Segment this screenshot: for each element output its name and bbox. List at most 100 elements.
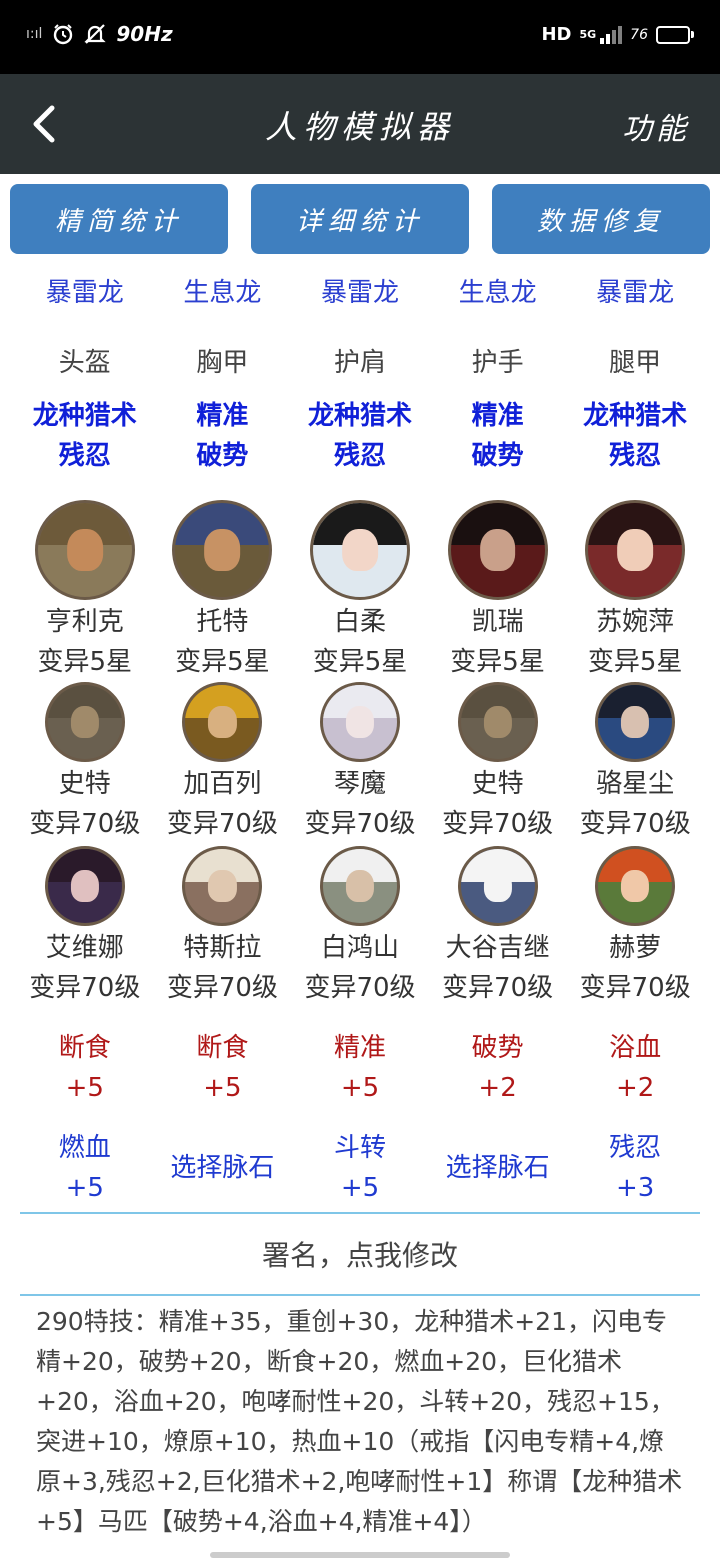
- veinstone-slot[interactable]: 断食 +5: [16, 1028, 154, 1108]
- hero-level: 变异70级: [304, 973, 416, 1003]
- hero-slot[interactable]: 史特 变异70级: [429, 682, 567, 844]
- detailed-stats-button[interactable]: 详细统计: [251, 184, 469, 254]
- gear-skill-slot[interactable]: 精准 破势: [154, 396, 292, 476]
- home-indicator[interactable]: [210, 1552, 510, 1558]
- hero-name: 骆星尘: [596, 769, 675, 799]
- gear-label: 护手: [471, 348, 524, 378]
- hero-level: 变异70级: [579, 973, 691, 1003]
- hero-level: 变异5星: [587, 647, 683, 677]
- alarm-icon: [54, 24, 73, 45]
- gear-skill-1: 精准: [471, 401, 524, 431]
- veinstone-value: +3: [616, 1173, 655, 1203]
- divider: [20, 1294, 700, 1296]
- hero-slot[interactable]: 艾维娜 变异70级: [16, 846, 154, 1008]
- hero-name: 大谷吉继: [445, 933, 550, 963]
- veinstone-name: 斗转: [333, 1133, 386, 1163]
- hero-slot[interactable]: 苏婉萍变异5星: [566, 500, 704, 682]
- divider: [20, 1212, 700, 1214]
- hero-name: 白柔: [333, 607, 386, 637]
- gear-label: 胸甲: [196, 348, 249, 378]
- hero-slot[interactable]: 凯瑞变异5星: [429, 500, 567, 682]
- hero-avatar: [182, 846, 263, 926]
- gear-skill-slot[interactable]: 龙种猎术 残忍: [566, 396, 704, 476]
- hero-avatar: [34, 500, 135, 600]
- app-header: 人物模拟器 功能: [0, 74, 720, 174]
- hero-slot[interactable]: 白鸿山 变异70级: [291, 846, 429, 1008]
- gear-skill-slot[interactable]: 精准 破势: [429, 396, 567, 476]
- hero-avatar: [44, 682, 125, 762]
- hero-slot[interactable]: 亨利克 变异5星: [16, 500, 154, 682]
- veinstone-slot[interactable]: 精准 +5: [291, 1028, 429, 1108]
- hero-slot[interactable]: 托特 变异5星: [154, 500, 292, 682]
- veinstone-name: 浴血: [609, 1033, 662, 1063]
- veinstone-row-2: 燃血 +5 选择脉石 斗转 +5 选择脉石 残忍 +3: [16, 1128, 704, 1208]
- dragon-slot[interactable]: 生息龙: [154, 272, 292, 309]
- hero-slot[interactable]: 赫萝 变异70级: [566, 846, 704, 1008]
- dragon-slot[interactable]: 暴雷龙: [291, 272, 429, 309]
- hero-slot[interactable]: 大谷吉继 变异70级: [429, 846, 567, 1008]
- gear-skill-1: 龙种猎术: [32, 401, 137, 431]
- gear-skill-1: 龙种猎术: [307, 401, 412, 431]
- hero-slot[interactable]: 特斯拉 变异70级: [154, 846, 292, 1008]
- simple-stats-button[interactable]: 精简统计: [10, 184, 228, 254]
- network-type: 5G: [579, 28, 597, 41]
- veinstone-slot[interactable]: 断食 +5: [154, 1028, 292, 1108]
- veinstone-row-1: 断食 +5 断食 +5 精准 +5 破势 +2 浴血 +2: [16, 1028, 704, 1108]
- hero-slot[interactable]: 白柔 变异5星: [291, 500, 429, 682]
- veinstone-value: +2: [478, 1073, 517, 1103]
- dragon-slot[interactable]: 暴雷龙: [16, 272, 154, 309]
- hero-slot[interactable]: 加百列 变异70级: [154, 682, 292, 844]
- gear-skill-2: 破势: [471, 441, 524, 471]
- veinstone-slot[interactable]: 斗转 +5: [291, 1128, 429, 1208]
- hero-level: 变异5星: [37, 647, 133, 677]
- hero-name: 特斯拉: [183, 933, 262, 963]
- veinstone-value: +5: [65, 1173, 104, 1203]
- gear-skill-1: 龙种猎术: [583, 401, 688, 431]
- battery-percent: 76: [630, 26, 648, 43]
- gear-label: 头盔: [58, 348, 111, 378]
- veinstone-slot[interactable]: 浴血 +2: [566, 1028, 704, 1108]
- hero-avatar: [585, 500, 686, 600]
- select-veinstone-button[interactable]: 选择脉石: [154, 1128, 292, 1208]
- gear-skill-slot[interactable]: 龙种猎术 残忍: [16, 396, 154, 476]
- function-button[interactable]: 功能: [622, 104, 690, 148]
- gear-skill-1: 精准: [196, 401, 249, 431]
- veinstone-value: +5: [203, 1073, 242, 1103]
- gear-skill-slot[interactable]: 龙种猎术 残忍: [291, 396, 429, 476]
- mute-bell-icon: [84, 24, 107, 44]
- hero-name: 苏婉萍: [596, 607, 675, 637]
- hero-row-2: 史特 变异70级 加百列 变异70级 琴魔 变异70级 史特 变异70级 骆星尘 变异70级: [16, 682, 704, 844]
- hero-slot[interactable]: 骆星尘 变异70级: [566, 682, 704, 844]
- select-veinstone-button[interactable]: 选择脉石: [429, 1128, 567, 1208]
- hero-avatar: [447, 500, 548, 600]
- hero-avatar: [172, 500, 273, 600]
- veinstone-slot[interactable]: 燃血 +5: [16, 1128, 154, 1208]
- gear-skill-2: 破势: [196, 441, 249, 471]
- veinstone-slot[interactable]: 破势 +2: [429, 1028, 567, 1108]
- hero-avatar: [457, 846, 538, 926]
- veinstone-value: +2: [616, 1073, 655, 1103]
- veinstone-slot[interactable]: 残忍 +3: [566, 1128, 704, 1208]
- dragon-row: 暴雷龙 生息龙 暴雷龙 生息龙 暴雷龙: [16, 272, 704, 309]
- veinstone-name: 残忍: [609, 1133, 662, 1163]
- hero-level: 变异5星: [450, 647, 545, 677]
- hero-name: 琴魔: [333, 769, 386, 799]
- hero-level: 变异70级: [442, 809, 554, 839]
- main-hero-row: 亨利克 变异5星 托特 变异5星 白柔 变异5星 凯瑞 变异5星 苏婉萍 变异5星: [16, 500, 704, 682]
- signal-bars-icon: [600, 25, 623, 44]
- hero-name: 凯瑞: [471, 607, 524, 637]
- dragon-slot[interactable]: 暴雷龙: [566, 272, 704, 309]
- hero-row-3: 艾维娜 变异70级 特斯拉 变异70级 白鸿山 变异70级 大谷吉继 变异70级 赫萝 变异70级: [16, 846, 704, 1008]
- status-left: ı:ıl 90Hz: [26, 22, 173, 46]
- battery-icon: [656, 25, 694, 44]
- hero-level: 变异70级: [29, 809, 141, 839]
- dragon-slot[interactable]: 生息龙: [429, 272, 567, 309]
- skill-summary: 290特技：精准+35，重创+30，龙种猎术+21，闪电专精+20，破势+20，…: [36, 1307, 683, 1536]
- hero-level: 变异5星: [175, 647, 270, 677]
- hero-slot[interactable]: 史特 变异70级: [16, 682, 154, 844]
- hero-slot[interactable]: 琴魔 变异70级: [291, 682, 429, 844]
- gear-skill-2: 残忍: [58, 441, 111, 471]
- signature-button[interactable]: 署名，点我修改: [0, 1234, 720, 1274]
- refresh-rate: 90Hz: [116, 22, 173, 46]
- data-repair-button[interactable]: 数据修复: [492, 184, 710, 254]
